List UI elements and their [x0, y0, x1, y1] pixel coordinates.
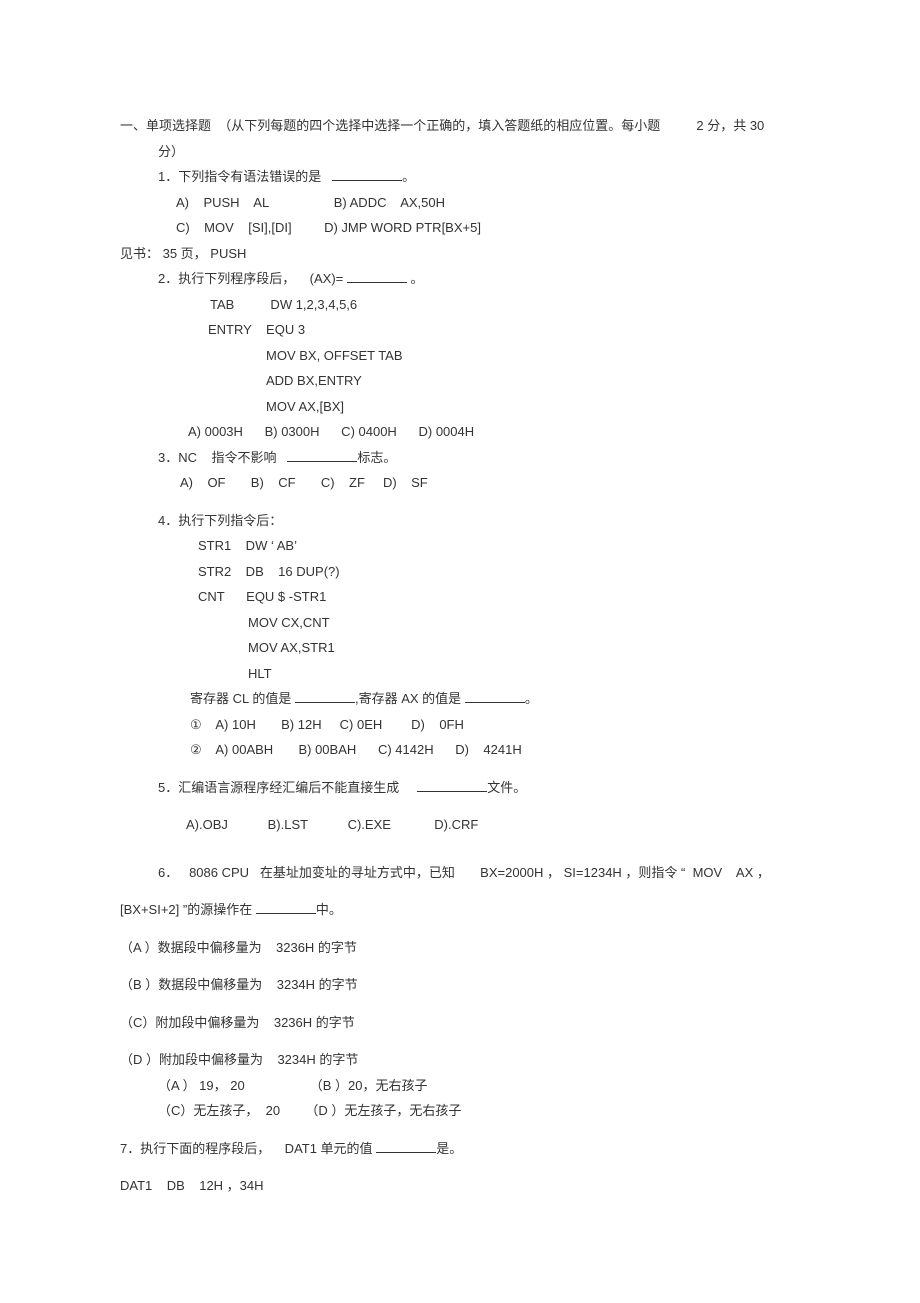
section-title-line-1: 一、单项选择题 （从下列每题的四个选择中选择一个正确的，填入答题纸的相应位置。每…: [120, 116, 800, 136]
q1-opts-row1: A) PUSH AL B) ADDC AX,50H: [120, 193, 800, 213]
q2-stem-line: 2．执行下列程序段后， (AX)= 。: [120, 269, 800, 289]
q1-opt-a: A) PUSH AL: [176, 195, 269, 210]
q1-opt-d: D) JMP WORD PTR[BX+5]: [324, 220, 481, 235]
q4-opts-1: ① A) 10H B) 12H C) 0EH D) 0FH: [120, 715, 800, 735]
q2-code-4: ADD BX,ENTRY: [120, 371, 800, 391]
q1-note: 见书： 35 页， PUSH: [120, 244, 800, 264]
q3-tail: 标志。: [357, 450, 396, 465]
q2-code-2: ENTRY EQU 3: [120, 320, 800, 340]
q5-stem: 5．汇编语言源程序经汇编后不能直接生成: [158, 780, 399, 795]
q7-tail: 是。: [436, 1141, 462, 1156]
q6-extra-2: （C）无左孩子， 20 （D ）无左孩子，无右孩子: [120, 1101, 800, 1121]
q2-stem: 2．执行下列程序段后， (AX)=: [158, 271, 343, 286]
q1-stem: 1．下列指令有语法错误的是: [158, 169, 321, 184]
section-title-line-2: 分）: [120, 142, 800, 162]
q1-stem-line: 1．下列指令有语法错误的是 。: [120, 167, 800, 187]
q2-code-5: MOV AX,[BX]: [120, 397, 800, 417]
q4-blank-1: [295, 689, 355, 703]
q4-mid-c: 。: [525, 691, 538, 706]
section-intro-b: 2 分，共 30: [696, 118, 764, 133]
q2-code-3: MOV BX, OFFSET TAB: [120, 346, 800, 366]
q4-mid-line: 寄存器 CL 的值是 ,寄存器 AX 的值是 。: [120, 689, 800, 709]
q6-opt-a: （A ）数据段中偏移量为 3236H 的字节: [120, 938, 800, 958]
q7-blank: [376, 1139, 436, 1153]
q6-opt-d: （D ）附加段中偏移量为 3234H 的字节: [120, 1050, 800, 1070]
q6-b-post: 中。: [316, 902, 342, 917]
q1-opt-c: C) MOV [SI],[DI]: [176, 220, 292, 235]
q7-stem: 7．执行下面的程序段后， DAT1 单元的值: [120, 1141, 373, 1156]
q5-opts: A).OBJ B).LST C).EXE D).CRF: [120, 815, 800, 835]
q2-code-1: TAB DW 1,2,3,4,5,6: [120, 295, 800, 315]
q6-line-2: [BX+SI+2] ”的源操作在 中。: [120, 900, 800, 920]
q4-mid-b: ,寄存器 AX 的值是: [355, 691, 461, 706]
q4-code-2: STR2 DB 16 DUP(?): [120, 562, 800, 582]
q2-tail: 。: [407, 271, 424, 286]
q1-tail: 。: [402, 169, 415, 184]
q6-b-pre: [BX+SI+2] ”的源操作在: [120, 902, 252, 917]
q4-code-1: STR1 DW ‘ AB’: [120, 536, 800, 556]
q4-blank-2: [465, 689, 525, 703]
q1-opt-b: B) ADDC AX,50H: [334, 195, 445, 210]
q3-blank: [287, 448, 357, 462]
q4-stem: 4．执行下列指令后：: [120, 511, 800, 531]
q2-opts: A) 0003H B) 0300H C) 0400H D) 0004H: [120, 422, 800, 442]
q6-line-1: 6． 8086 CPU 在基址加变址的寻址方式中，已知 BX=2000H ， S…: [120, 863, 800, 883]
q7-code-1: DAT1 DB 12H ，34H: [120, 1176, 800, 1196]
q6-blank: [256, 900, 316, 914]
document-page: 一、单项选择题 （从下列每题的四个选择中选择一个正确的，填入答题纸的相应位置。每…: [0, 0, 920, 1262]
q6-opt-b: （B ）数据段中偏移量为 3234H 的字节: [120, 975, 800, 995]
section-intro-a: 一、单项选择题 （从下列每题的四个选择中选择一个正确的，填入答题纸的相应位置。每…: [120, 118, 660, 133]
q3-stem: 3．NC 指令不影响: [158, 450, 276, 465]
q2-blank: [347, 269, 407, 283]
q1-blank: [332, 167, 402, 181]
q4-mid-a: 寄存器 CL 的值是: [190, 691, 291, 706]
q3-opts: A) OF B) CF C) ZF D) SF: [120, 473, 800, 493]
q5-tail: 文件。: [487, 780, 526, 795]
q1-opts-row2: C) MOV [SI],[DI] D) JMP WORD PTR[BX+5]: [120, 218, 800, 238]
q6-opt-c: （C）附加段中偏移量为 3236H 的字节: [120, 1013, 800, 1033]
q4-opts-2: ② A) 00ABH B) 00BAH C) 4142H D) 4241H: [120, 740, 800, 760]
q7-stem-line: 7．执行下面的程序段后， DAT1 单元的值 是。: [120, 1139, 800, 1159]
q6-extra-1: （A ） 19， 20 （B ）20，无右孩子: [120, 1076, 800, 1096]
q4-code-5: MOV AX,STR1: [120, 638, 800, 658]
q4-code-4: MOV CX,CNT: [120, 613, 800, 633]
q5-blank: [417, 778, 487, 792]
q4-code-6: HLT: [120, 664, 800, 684]
q3-stem-line: 3．NC 指令不影响 标志。: [120, 448, 800, 468]
q5-stem-line: 5．汇编语言源程序经汇编后不能直接生成 文件。: [120, 778, 800, 798]
q4-code-3: CNT EQU $ -STR1: [120, 587, 800, 607]
